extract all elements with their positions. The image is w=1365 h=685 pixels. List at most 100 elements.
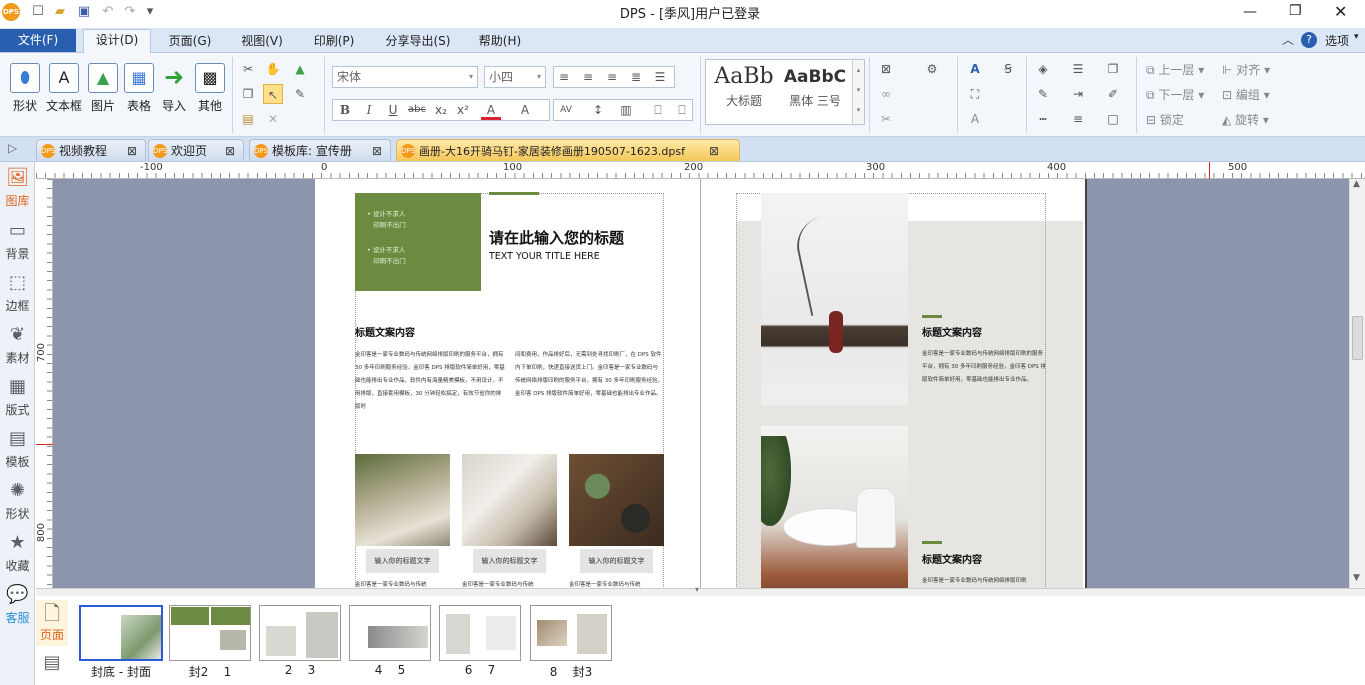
body-column-2[interactable]: 间和费用，作品排好后，无需到处寻找印刷厂，在 DPS 软件内下单印刷，快递直接送… — [515, 349, 663, 419]
undo-icon[interactable]: ↶ — [100, 4, 116, 20]
vertical-text-icon[interactable]: Ꞩ — [998, 59, 1018, 79]
thumb-page-4[interactable] — [349, 605, 431, 661]
save-icon[interactable]: ▣ — [76, 4, 92, 20]
hand-tool-icon[interactable]: ✋ — [263, 59, 283, 79]
page-title[interactable]: 请在此输入您的标题 — [489, 227, 624, 248]
bring-forward-button[interactable]: ⧉ 上一层 ▾ — [1146, 61, 1216, 78]
table-button[interactable]: ▦ 表格 — [120, 59, 158, 131]
send-backward-button[interactable]: ⧉ 下一层 ▾ — [1146, 86, 1216, 103]
section-title[interactable]: 标题文案内容 — [922, 324, 982, 339]
chart-icon[interactable]: ⛶ — [965, 84, 985, 104]
page-subtitle[interactable]: TEXT YOUR TITLE HERE — [489, 251, 600, 262]
align-left-icon[interactable]: ≡ — [554, 67, 574, 87]
menu-share-export[interactable]: 分享导出(S) — [378, 31, 458, 51]
line-spacing-icon[interactable]: ↕ — [588, 100, 608, 120]
redo-icon[interactable]: ↷ — [122, 4, 138, 20]
font-name-select[interactable]: 宋体 ▾ — [332, 66, 478, 88]
panel-shape[interactable]: ✺ 形状 — [2, 479, 33, 522]
pane-splitter[interactable]: ▾ — [36, 585, 1365, 596]
collapse-ribbon-icon[interactable]: ︿ — [1282, 31, 1294, 48]
panel-toggle-icon[interactable]: ▷ — [8, 141, 17, 155]
bottom-text-1[interactable]: 金印客是一家专业数码与传统 — [355, 579, 450, 588]
section-title[interactable]: 标题文案内容 — [922, 551, 982, 566]
justify-icon[interactable]: ≣ — [626, 67, 646, 87]
line-weight-icon[interactable]: ≡ — [1068, 109, 1088, 129]
style-gallery-scroll[interactable]: ▴ ▾ ▾ — [852, 60, 864, 124]
right-page[interactable]: 标题文案内容 金印客是一家专业数码与传统网络排版印刷的服务平台，拥有 30 多年… — [701, 179, 1087, 588]
indent-icon[interactable]: ⇥ — [1068, 84, 1088, 104]
tab-video-tutorial[interactable]: DPS 视频教程 ⊠ — [36, 139, 146, 161]
other-button[interactable]: ▩ 其他 — [191, 59, 229, 131]
text-fit-icon[interactable]: ⎕ — [672, 100, 692, 120]
open-folder-icon[interactable]: ▰ — [52, 4, 68, 20]
panel-border[interactable]: ⬚ 边框 — [2, 271, 33, 314]
close-tab-icon[interactable]: ⊠ — [372, 140, 382, 162]
text-direction-icon[interactable]: ⎕ — [648, 100, 668, 120]
section-body[interactable]: 金印客是一家专业数码与传统网络排版印刷的服务平台，拥有 30 多年印刷服务经验，… — [922, 348, 1047, 404]
section-title[interactable]: 标题文案内容 — [355, 324, 415, 339]
restore-icon[interactable]: ❐ — [1289, 3, 1302, 19]
page-panel-button[interactable]: 🗋 页面 — [36, 600, 68, 646]
photo-vase-table[interactable] — [761, 193, 908, 405]
file-menu-button[interactable]: 文件(F) — [0, 29, 76, 52]
new-file-icon[interactable]: ☐ — [30, 4, 46, 20]
align-button[interactable]: ⊩ 对齐 ▾ — [1222, 61, 1292, 78]
import-button[interactable]: ➜ 导入 — [155, 59, 193, 131]
crop-icon[interactable]: ⊠ — [876, 59, 896, 79]
panel-template[interactable]: ▤ 模板 — [2, 427, 33, 470]
select-pointer-icon[interactable]: ↖ — [263, 84, 283, 104]
photo-tea-books[interactable] — [355, 454, 450, 546]
panel-background[interactable]: ▭ 背景 — [2, 219, 33, 262]
format-painter-icon[interactable]: ✎ — [290, 84, 310, 104]
panel-material[interactable]: ❦ 素材 — [2, 323, 33, 366]
photo-succulents[interactable] — [569, 454, 664, 546]
subscript-icon[interactable]: x₂ — [431, 100, 451, 120]
link-icon[interactable]: ∞ — [876, 84, 896, 104]
shape-button[interactable]: ⬮ 形状 — [6, 59, 44, 131]
options-menu[interactable]: 选项 — [1325, 32, 1349, 49]
bottom-text-2[interactable]: 金印客是一家专业数码与传统 — [462, 579, 557, 588]
delete-icon[interactable]: ✕ — [263, 109, 283, 129]
left-page[interactable]: • 设计不求人 印刷不出门 • 设计不求人 印刷不出门 请在此输入您的标题 TE… — [315, 179, 700, 588]
close-tab-icon[interactable]: ⊠ — [709, 140, 719, 161]
thumbnail-view-button[interactable]: ▤ — [40, 652, 64, 682]
underline-icon[interactable]: U — [383, 100, 403, 120]
menu-help[interactable]: 帮助(H) — [470, 31, 530, 51]
help-icon[interactable]: ? — [1301, 32, 1317, 48]
tab-welcome[interactable]: DPS 欢迎页 ⊠ — [148, 139, 244, 161]
close-icon[interactable]: ✕ — [1334, 2, 1347, 21]
menu-view[interactable]: 视图(V) — [232, 31, 292, 51]
menu-design[interactable]: 设计(D) — [83, 29, 151, 53]
image-button[interactable]: ▲ 图片 — [84, 59, 122, 131]
bold-icon[interactable]: B — [335, 100, 355, 120]
text-effect-icon[interactable]: A — [965, 59, 985, 79]
quick-access-dropdown-icon[interactable]: ▾ — [142, 4, 158, 20]
minimize-icon[interactable]: — — [1243, 4, 1257, 20]
font-color-icon[interactable]: A — [481, 100, 501, 120]
unlink-icon[interactable]: ✂ — [876, 109, 896, 129]
thumb-page-5[interactable] — [439, 605, 521, 661]
paste-icon[interactable]: ▤ — [238, 109, 258, 129]
cut-icon[interactable]: ✂ — [238, 59, 258, 79]
menu-print[interactable]: 印刷(P) — [304, 31, 364, 51]
textbox-button[interactable]: A 文本框 — [45, 59, 83, 131]
section-body[interactable]: 金印客是一家专业数码与传统网络排版印刷 — [922, 575, 1047, 588]
style-heiti-3[interactable]: AaBbC 黑体 三号 — [782, 62, 848, 124]
panel-gallery[interactable]: 🖼 图库 — [2, 166, 33, 209]
superscript-icon[interactable]: x² — [453, 100, 473, 120]
photo-open-book[interactable] — [462, 454, 557, 546]
italic-icon[interactable]: I — [359, 100, 379, 120]
green-intro-box[interactable]: • 设计不求人 印刷不出门 • 设计不求人 印刷不出门 — [355, 193, 481, 291]
panel-layout[interactable]: ▦ 版式 — [2, 375, 33, 418]
text-shadow-icon[interactable]: A — [965, 109, 985, 129]
thumb-page-3[interactable] — [259, 605, 341, 661]
caption-box[interactable]: 输入你的标题文字 — [473, 549, 546, 573]
border-color-icon[interactable]: ✎ — [1033, 84, 1053, 104]
image-tool-icon[interactable]: ▲ — [290, 59, 310, 79]
scroll-up-icon[interactable]: ▲ — [1353, 179, 1360, 189]
scroll-down-icon[interactable]: ▼ — [1353, 573, 1360, 583]
body-column-1[interactable]: 金印客是一家专业数码与传统网络排版印刷的服务平台，拥有 30 多年印刷服务经验，… — [355, 349, 505, 419]
caption-box[interactable]: 输入你的标题文字 — [580, 549, 653, 573]
close-tab-icon[interactable]: ⊠ — [127, 140, 137, 162]
align-center-icon[interactable]: ≡ — [578, 67, 598, 87]
